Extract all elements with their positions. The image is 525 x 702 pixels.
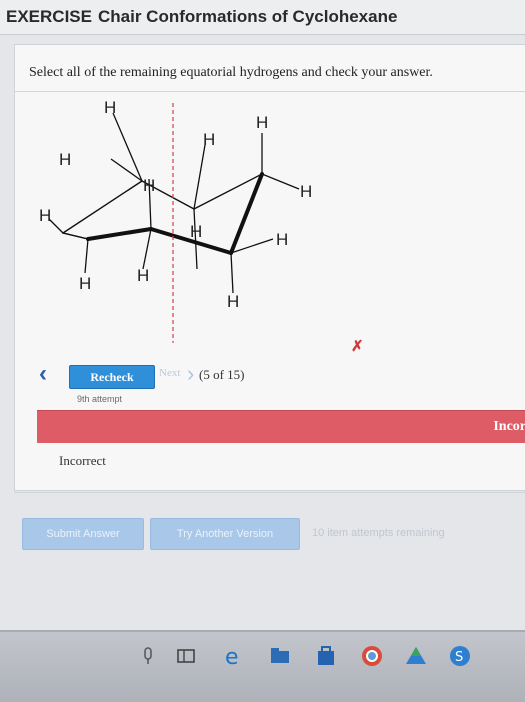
bond (230, 252, 234, 294)
submit-answer-button[interactable]: Submit Answer (22, 518, 144, 550)
previous-arrow-icon[interactable]: ‹ (39, 362, 59, 387)
hydrogen-atom[interactable]: H (59, 150, 71, 169)
exercise-header: EXERCISE Chair Conformations of Cyclohexa… (0, 0, 525, 35)
hydrogen-atom[interactable]: H (227, 292, 239, 311)
next-button[interactable]: Next (159, 367, 180, 379)
navigation-row: ‹ Recheck Next › (5 of 15) (39, 362, 519, 389)
feedback-message: Incorrect (59, 453, 106, 468)
store-icon[interactable] (314, 644, 338, 668)
browser-viewport: EXERCISE Chair Conformations of Cyclohexa… (0, 0, 525, 630)
next-chevron-icon[interactable]: › (187, 363, 194, 385)
file-explorer-icon[interactable] (268, 644, 292, 668)
hydrogen-atom[interactable]: H (300, 182, 312, 201)
attempts-remaining: 10 item attempts remaining (312, 527, 445, 539)
chair-conformation-diagram: H H H H H H H H H H H H (39, 98, 312, 343)
incorrect-banner: Incor (37, 410, 525, 443)
svg-text:S: S (455, 650, 463, 665)
bond (261, 173, 300, 190)
ring-bond (62, 232, 89, 240)
action-row: Submit Answer Try Another Version 10 ite… (22, 518, 522, 550)
ring-bond-wedge (229, 172, 264, 255)
hydrogen-atoms[interactable]: H H H H H H H H H H H H (39, 98, 312, 311)
ring-bond-wedge (86, 227, 153, 241)
taskbar: e S (0, 630, 525, 702)
edge-icon[interactable]: e (222, 644, 246, 668)
hydrogen-atom[interactable]: H (203, 130, 215, 149)
attempt-count: 9th attempt (77, 394, 123, 404)
bond (142, 228, 152, 270)
drive-icon[interactable] (404, 644, 428, 668)
microphone-icon[interactable] (136, 644, 160, 668)
hydrogen-atom[interactable]: H (190, 222, 202, 241)
ring-bond (62, 180, 143, 234)
ring-bonds (62, 172, 264, 255)
hydrogen-atom[interactable]: H (256, 113, 268, 132)
try-another-version-button[interactable]: Try Another Version (150, 518, 300, 550)
app-icon[interactable]: S (448, 644, 472, 668)
hydrogen-atom[interactable]: H (39, 206, 51, 225)
recheck-button[interactable]: Recheck (69, 365, 155, 389)
hydrogen-atom[interactable]: H (79, 274, 91, 293)
hydrogen-atom[interactable]: H (276, 230, 288, 249)
substituent-bonds (48, 112, 300, 294)
page-title: EXERCISE Chair Conformations of Cyclohexa… (6, 7, 397, 27)
exercise-title: Chair Conformations of Cyclohexane (97, 7, 398, 26)
hydrogen-atom[interactable]: H (137, 266, 149, 285)
divider (14, 492, 525, 493)
hydrogen-atom[interactable]: H (143, 176, 155, 195)
bond (84, 238, 89, 274)
question-progress: (5 of 15) (199, 367, 245, 382)
banner-text: Incor (493, 419, 525, 434)
exercise-prefix: EXERCISE (6, 7, 92, 26)
hydrogen-atom[interactable]: H (104, 98, 116, 117)
incorrect-mark: ✗ (351, 338, 364, 355)
question-card: Select all of the remaining equatorial h… (14, 44, 525, 491)
task-view-icon[interactable] (174, 644, 198, 668)
svg-text:e: e (225, 645, 239, 668)
chrome-icon[interactable] (360, 644, 384, 668)
question-text: Select all of the remaining equatorial h… (29, 65, 433, 80)
divider (15, 91, 525, 92)
bond (193, 144, 206, 210)
